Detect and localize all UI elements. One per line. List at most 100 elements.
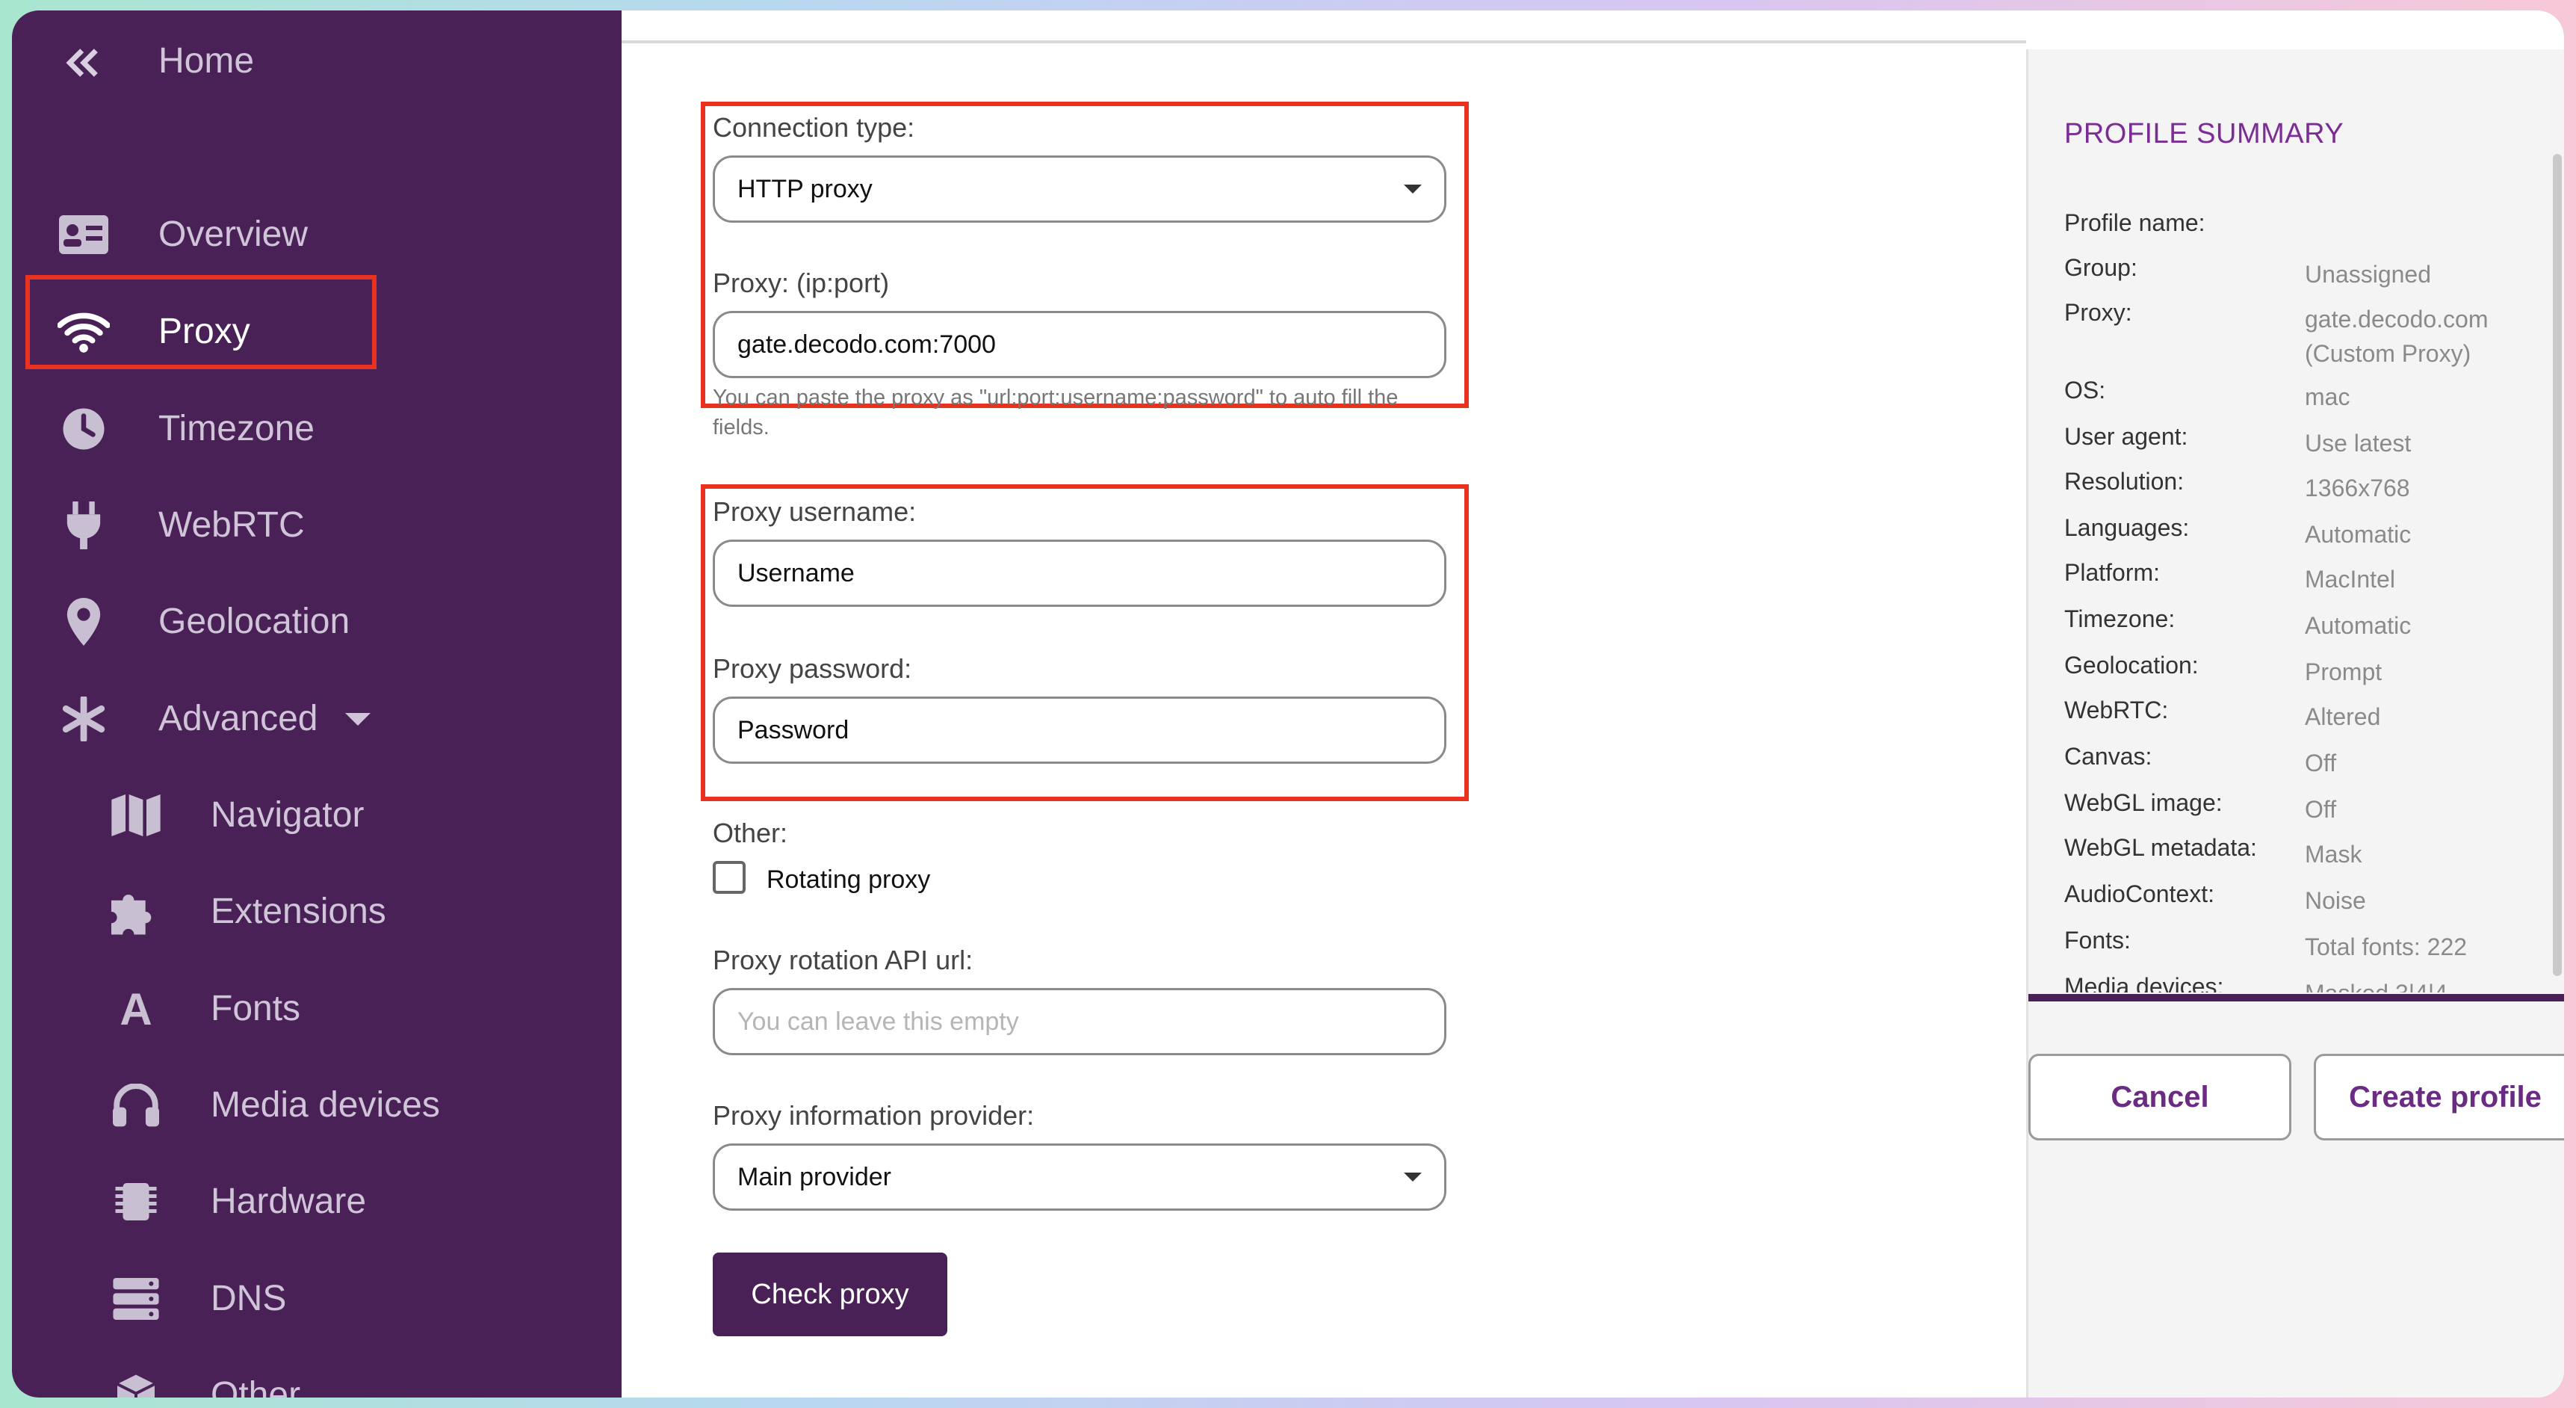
- proxy-address-input[interactable]: gate.decodo.com:7000: [713, 311, 1446, 378]
- summary-key: WebGL image:: [2064, 789, 2223, 816]
- summary-value: Automatic: [2305, 612, 2412, 639]
- server-icon: [106, 1269, 166, 1329]
- summary-value: Total fonts: 222: [2305, 933, 2468, 960]
- sidebar-item-label: Media devices: [211, 1085, 440, 1125]
- proxy-username-value: Username: [737, 558, 855, 587]
- caret-down-icon: [1404, 1173, 1422, 1182]
- puzzle-icon: [106, 882, 166, 942]
- proxy-paste-hint: You can paste the proxy as "url:port:use…: [713, 386, 1399, 439]
- proxy-username-label: Proxy username:: [713, 496, 917, 527]
- sidebar-item-label: Fonts: [211, 989, 301, 1028]
- summary-key: Platform:: [2064, 559, 2161, 586]
- info-provider-select[interactable]: Main provider: [713, 1143, 1446, 1211]
- summary-value: Unassigned: [2305, 261, 2431, 288]
- info-provider-value: Main provider: [737, 1162, 891, 1191]
- sidebar-item-label: Overview: [158, 214, 309, 254]
- other-label: Other:: [713, 818, 788, 848]
- summary-key: Fonts:: [2064, 927, 2131, 954]
- cube-icon: [106, 1365, 166, 1398]
- sidebar: Home Overview Proxy Timezone WebRTC Geol…: [12, 10, 622, 1398]
- proxy-password-input[interactable]: Password: [713, 697, 1446, 764]
- sidebar-item-navigator[interactable]: Navigator: [12, 771, 622, 860]
- summary-key: Group:: [2064, 254, 2137, 281]
- connection-type-value: HTTP proxy: [737, 174, 873, 203]
- rotation-api-label: Proxy rotation API url:: [713, 945, 973, 975]
- plug-icon: [54, 495, 114, 555]
- proxy-username-input[interactable]: Username: [713, 540, 1446, 607]
- summary-key: Canvas:: [2064, 743, 2152, 770]
- summary-value: Altered: [2305, 703, 2381, 730]
- header-divider: [622, 40, 2026, 43]
- caret-down-icon: [1404, 185, 1422, 194]
- sidebar-item-overview[interactable]: Overview: [12, 190, 622, 280]
- summary-value: 1366x768: [2305, 475, 2410, 501]
- wifi-icon: [54, 302, 114, 362]
- summary-key: Proxy:: [2064, 299, 2132, 326]
- sidebar-item-label: Other: [211, 1375, 301, 1398]
- summary-divider: [2028, 994, 2564, 1001]
- connection-type-label: Connection type:: [713, 112, 915, 143]
- proxy-settings-panel: Connection type: HTTP proxy Proxy: (ip:p…: [622, 10, 2026, 1398]
- sidebar-item-label: Timezone: [158, 409, 315, 448]
- rotating-proxy-label[interactable]: Rotating proxy: [767, 865, 930, 895]
- sidebar-item-fonts[interactable]: A Fonts: [12, 964, 622, 1054]
- profile-summary-panel: PROFILE SUMMARY Profile name: Group: Unass…: [2026, 49, 2564, 1398]
- sidebar-item-timezone[interactable]: Timezone: [12, 384, 622, 474]
- summary-key: Profile name:: [2064, 209, 2205, 236]
- sidebar-item-extensions[interactable]: Extensions: [12, 867, 622, 957]
- summary-key: User agent:: [2064, 423, 2188, 450]
- sidebar-item-geolocation[interactable]: Geolocation: [12, 577, 622, 667]
- summary-key: Languages:: [2064, 514, 2190, 541]
- summary-key: WebRTC:: [2064, 697, 2169, 723]
- summary-value: Off: [2305, 750, 2337, 776]
- font-icon: A: [120, 984, 152, 1034]
- summary-key: Timezone:: [2064, 605, 2176, 632]
- map-icon: [106, 785, 166, 845]
- summary-key: AudioContext:: [2064, 880, 2215, 907]
- rotating-proxy-checkbox[interactable]: [713, 861, 746, 894]
- sidebar-home[interactable]: Home: [12, 18, 622, 108]
- connection-type-select[interactable]: HTTP proxy: [713, 155, 1446, 223]
- sidebar-item-hardware[interactable]: Hardware: [12, 1157, 622, 1247]
- summary-rows: Profile name: Group: Unassigned Proxy: gate.…: [2028, 49, 2551, 992]
- sidebar-item-label: Advanced: [158, 699, 318, 738]
- sidebar-item-advanced[interactable]: Advanced: [12, 674, 622, 764]
- double-chevron-left-icon[interactable]: [54, 33, 114, 93]
- asterisk-icon: [54, 689, 114, 749]
- summary-key: Geolocation:: [2064, 652, 2199, 679]
- summary-value: Masked 3|4|4: [2305, 976, 2447, 992]
- sidebar-item-label: DNS: [211, 1279, 287, 1318]
- info-provider-label: Proxy information provider:: [713, 1100, 1035, 1131]
- summary-key: Media devices:: [2064, 973, 2224, 992]
- sidebar-item-proxy[interactable]: Proxy: [12, 287, 622, 377]
- chip-icon: [106, 1172, 166, 1232]
- proxy-address-label: Proxy: (ip:port): [713, 268, 890, 298]
- summary-value: MacIntel: [2305, 566, 2395, 593]
- sidebar-item-dns[interactable]: DNS: [12, 1254, 622, 1344]
- check-proxy-button[interactable]: Check proxy: [713, 1253, 947, 1336]
- cancel-button[interactable]: Cancel: [2028, 1054, 2291, 1140]
- rotation-api-input[interactable]: You can leave this empty: [713, 988, 1446, 1055]
- summary-value: Automatic: [2305, 521, 2412, 548]
- summary-key: Resolution:: [2064, 468, 2185, 495]
- summary-value: gate.decodo.com: [2305, 306, 2489, 333]
- summary-value: Mask: [2305, 841, 2362, 868]
- sidebar-item-media-devices[interactable]: Media devices: [12, 1060, 622, 1150]
- app-window: Home Overview Proxy Timezone WebRTC Geol…: [12, 10, 2564, 1398]
- map-pin-icon: [54, 592, 114, 652]
- create-profile-button[interactable]: Create profile: [2314, 1054, 2564, 1140]
- summary-scrollbar[interactable]: [2553, 154, 2562, 976]
- clock-icon: [54, 399, 114, 459]
- sidebar-item-other[interactable]: Other: [12, 1350, 622, 1398]
- summary-value: Noise: [2305, 887, 2366, 914]
- summary-value-secondary: (Custom Proxy): [2305, 340, 2471, 367]
- sidebar-item-webrtc[interactable]: WebRTC: [12, 481, 622, 570]
- sidebar-item-label: WebRTC: [158, 505, 305, 545]
- proxy-address-value: gate.decodo.com:7000: [737, 330, 996, 359]
- headphones-icon: [106, 1075, 166, 1135]
- summary-value: mac: [2305, 383, 2350, 410]
- chevron-down-icon: [345, 713, 371, 726]
- summary-value: Off: [2305, 796, 2337, 823]
- sidebar-item-label: Hardware: [211, 1182, 367, 1221]
- summary-value: Prompt: [2305, 658, 2383, 685]
